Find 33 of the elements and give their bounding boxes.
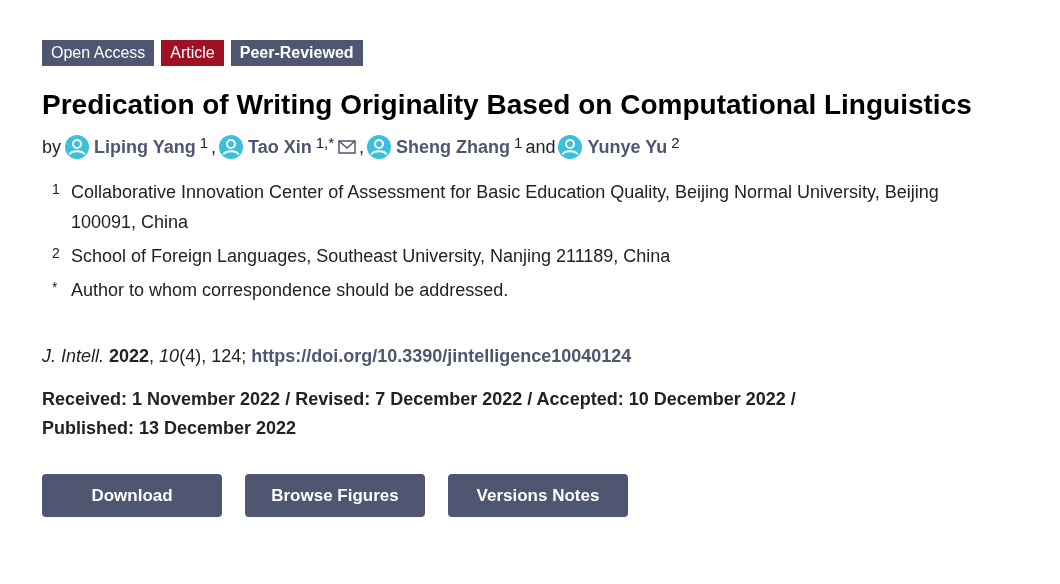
author-separator: and (525, 136, 556, 159)
article-title: Predication of Writing Originality Based on Computational Linguistics (42, 88, 973, 122)
action-button[interactable]: Versions Notes (448, 474, 628, 517)
citation-text: J. Intell. 2022, 10(4), 124; (42, 346, 247, 366)
author-separator: , (359, 136, 365, 159)
author-separator: , (211, 136, 217, 159)
author-link[interactable]: Yunye Yu (587, 134, 668, 160)
tag: Article (161, 40, 224, 66)
affiliation-text: School of Foreign Languages, Southeast University, Nanjing 211189, China (71, 245, 671, 268)
affiliation-mark: 2 (671, 134, 680, 151)
mail-icon[interactable] (338, 140, 357, 154)
affiliation-mark: * (52, 278, 59, 297)
affiliation-text: Collaborative Innovation Center of Assessment for Basic Education Quality, Beijing Normal University, Beijing 100091, China (71, 181, 940, 234)
by-label: by (42, 136, 61, 159)
affiliation-mark: 1 (514, 134, 523, 151)
affiliation-mark: 1 (199, 134, 209, 151)
publication-dates: Received: 1 November 2022 / Revised: 7 December 2022 / Accepted: 10 December 2022 / Published: 13 December 2022 (42, 388, 797, 440)
person-icon (65, 135, 89, 159)
author-link[interactable]: Tao Xin (248, 134, 312, 160)
person-icon (558, 135, 583, 159)
doi-link[interactable]: https://doi.org/10.3390/jintelligence10040124 (251, 346, 632, 366)
tag: Open Access (42, 40, 155, 66)
affiliation-mark: 1,* (315, 134, 335, 151)
author-link[interactable]: Sheng Zhang (396, 134, 511, 160)
author-link[interactable]: Liping Yang (94, 134, 196, 160)
affiliation-text: Author to whom correspondence should be addressed. (71, 279, 509, 302)
tag: Peer-Reviewed (230, 40, 363, 66)
action-button[interactable]: Browse Figures (245, 474, 425, 517)
affiliation-mark: 1 (52, 180, 61, 199)
action-button[interactable]: Download (42, 474, 222, 517)
person-icon (367, 135, 392, 159)
person-icon (219, 135, 244, 159)
affiliation-mark: 2 (52, 244, 61, 263)
